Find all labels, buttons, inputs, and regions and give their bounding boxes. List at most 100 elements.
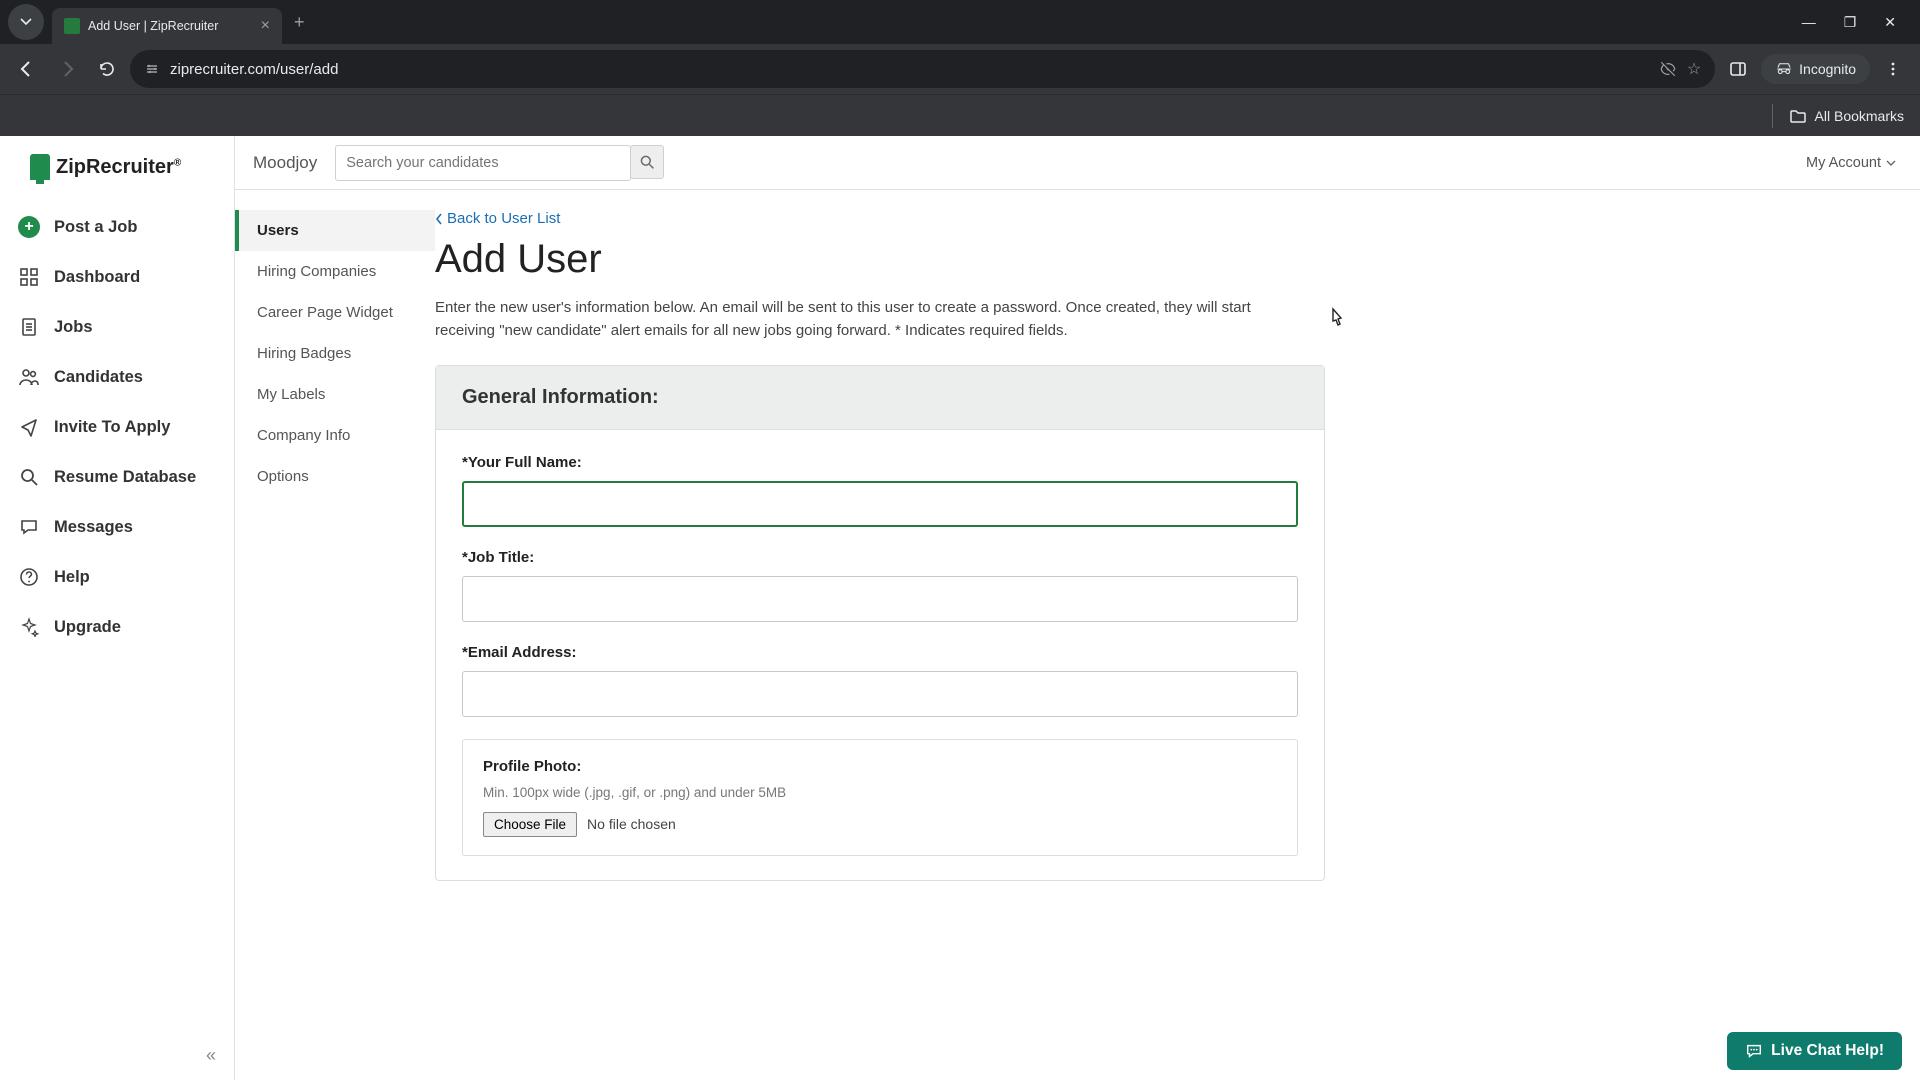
back-link-label: Back to User List <box>447 210 560 227</box>
sparkle-icon <box>18 616 40 638</box>
subnav-item-company-info[interactable]: Company Info <box>235 415 435 456</box>
sidebar-item-label: Help <box>54 568 90 587</box>
incognito-label: Incognito <box>1799 61 1856 77</box>
panel-icon <box>1729 60 1747 78</box>
file-status: No file chosen <box>587 816 676 832</box>
sidebar-item-label: Resume Database <box>54 468 196 487</box>
grid-icon <box>18 266 40 288</box>
photo-hint: Min. 100px wide (.jpg, .gif, or .png) an… <box>483 785 1277 800</box>
full-name-input[interactable] <box>462 481 1298 527</box>
favicon-icon <box>64 18 80 34</box>
job-title-input[interactable] <box>462 576 1298 622</box>
bookmarks-bar: All Bookmarks <box>0 94 1920 136</box>
site-settings-icon[interactable] <box>144 61 160 77</box>
full-name-label: *Your Full Name: <box>462 454 1298 471</box>
sidebar-item-label: Dashboard <box>54 268 140 287</box>
candidate-search[interactable] <box>335 145 631 181</box>
chat-bubble-icon <box>1745 1042 1763 1060</box>
search-input[interactable] <box>346 155 620 171</box>
content: Back to User List Add User Enter the new… <box>435 190 1355 1080</box>
sidebar-item-messages[interactable]: Messages <box>0 502 234 552</box>
sidebar-item-resume-database[interactable]: Resume Database <box>0 452 234 502</box>
sidebar-item-post-a-job[interactable]: + Post a Job <box>0 202 234 252</box>
search-icon <box>18 466 40 488</box>
forward-button[interactable] <box>50 52 84 86</box>
new-tab-button[interactable]: + <box>294 12 305 33</box>
general-info-panel: General Information: *Your Full Name: *J… <box>435 365 1325 881</box>
sidebar-item-label: Candidates <box>54 368 143 387</box>
sidebar-item-help[interactable]: Help <box>0 552 234 602</box>
chevron-down-icon <box>1886 158 1896 168</box>
collapse-sidebar-button[interactable]: « <box>206 1045 216 1066</box>
help-icon <box>18 566 40 588</box>
sidebar-item-dashboard[interactable]: Dashboard <box>0 252 234 302</box>
arrow-left-icon <box>18 60 36 78</box>
page-description: Enter the new user's information below. … <box>435 296 1305 343</box>
search-button[interactable] <box>630 145 664 179</box>
logo-text: ZipRecruiter® <box>56 156 181 179</box>
email-label: *Email Address: <box>462 644 1298 661</box>
sidebar-item-jobs[interactable]: Jobs <box>0 302 234 352</box>
minimize-icon[interactable]: — <box>1802 14 1816 31</box>
sidebar-item-label: Jobs <box>54 318 93 337</box>
reload-button[interactable] <box>90 52 124 86</box>
panel-header: General Information: <box>436 366 1324 430</box>
email-input[interactable] <box>462 671 1298 717</box>
search-icon <box>639 154 655 170</box>
org-name: Moodjoy <box>253 153 317 173</box>
back-to-user-list-link[interactable]: Back to User List <box>435 210 560 227</box>
subnav-item-hiring-badges[interactable]: Hiring Badges <box>235 333 435 374</box>
subnav-item-my-labels[interactable]: My Labels <box>235 374 435 415</box>
people-icon <box>18 366 40 388</box>
incognito-icon <box>1775 60 1793 78</box>
back-button[interactable] <box>10 52 44 86</box>
sidebar-item-label: Messages <box>54 518 133 537</box>
page-title: Add User <box>435 237 1325 282</box>
address-bar[interactable]: ziprecruiter.com/user/add ☆ <box>130 50 1715 88</box>
browser-tab[interactable]: Add User | ZipRecruiter × <box>52 8 282 44</box>
sidebar-item-label: Post a Job <box>54 218 137 237</box>
settings-subnav: Users Hiring Companies Career Page Widge… <box>235 190 435 1080</box>
subnav-item-career-page-widget[interactable]: Career Page Widget <box>235 292 435 333</box>
choose-file-button[interactable]: Choose File <box>483 812 577 837</box>
live-chat-button[interactable]: Live Chat Help! <box>1727 1032 1902 1070</box>
send-icon <box>18 416 40 438</box>
folder-icon <box>1789 107 1807 125</box>
my-account-label: My Account <box>1806 155 1881 171</box>
header: Moodjoy My Account <box>235 136 1920 190</box>
subnav-item-hiring-companies[interactable]: Hiring Companies <box>235 251 435 292</box>
tab-title: Add User | ZipRecruiter <box>88 19 253 33</box>
reload-icon <box>98 60 116 78</box>
sidebar-item-upgrade[interactable]: Upgrade <box>0 602 234 652</box>
close-icon[interactable]: × <box>261 17 270 35</box>
live-chat-label: Live Chat Help! <box>1771 1042 1884 1060</box>
tab-search-button[interactable] <box>8 4 44 40</box>
subnav-item-users[interactable]: Users <box>235 210 435 251</box>
all-bookmarks-label: All Bookmarks <box>1815 108 1904 124</box>
all-bookmarks-button[interactable]: All Bookmarks <box>1789 107 1904 125</box>
close-window-icon[interactable]: ✕ <box>1884 14 1896 31</box>
document-icon <box>18 316 40 338</box>
sidebar-item-label: Upgrade <box>54 618 121 637</box>
browser-menu-button[interactable] <box>1876 52 1910 86</box>
sidebar-item-candidates[interactable]: Candidates <box>0 352 234 402</box>
chevron-left-icon <box>435 213 443 225</box>
page: ZipRecruiter® + Post a Job Dashboard Job… <box>0 136 1920 1080</box>
url-text: ziprecruiter.com/user/add <box>170 61 1649 78</box>
logo-mark-icon <box>30 154 50 180</box>
sidebar-item-invite-to-apply[interactable]: Invite To Apply <box>0 402 234 452</box>
incognito-badge[interactable]: Incognito <box>1761 54 1870 84</box>
job-title-label: *Job Title: <box>462 549 1298 566</box>
my-account-menu[interactable]: My Account <box>1806 155 1896 171</box>
logo[interactable]: ZipRecruiter® <box>0 154 234 202</box>
side-panel-button[interactable] <box>1721 52 1755 86</box>
tab-strip: Add User | ZipRecruiter × + — ❐ ✕ <box>0 0 1920 44</box>
plus-circle-icon: + <box>18 216 40 238</box>
divider <box>1772 104 1773 128</box>
subnav-item-options[interactable]: Options <box>235 456 435 497</box>
browser-chrome: Add User | ZipRecruiter × + — ❐ ✕ ziprec… <box>0 0 1920 136</box>
eye-off-icon[interactable] <box>1659 60 1677 78</box>
maximize-icon[interactable]: ❐ <box>1844 14 1857 31</box>
photo-label: Profile Photo: <box>483 758 1277 775</box>
bookmark-star-icon[interactable]: ☆ <box>1687 59 1701 79</box>
